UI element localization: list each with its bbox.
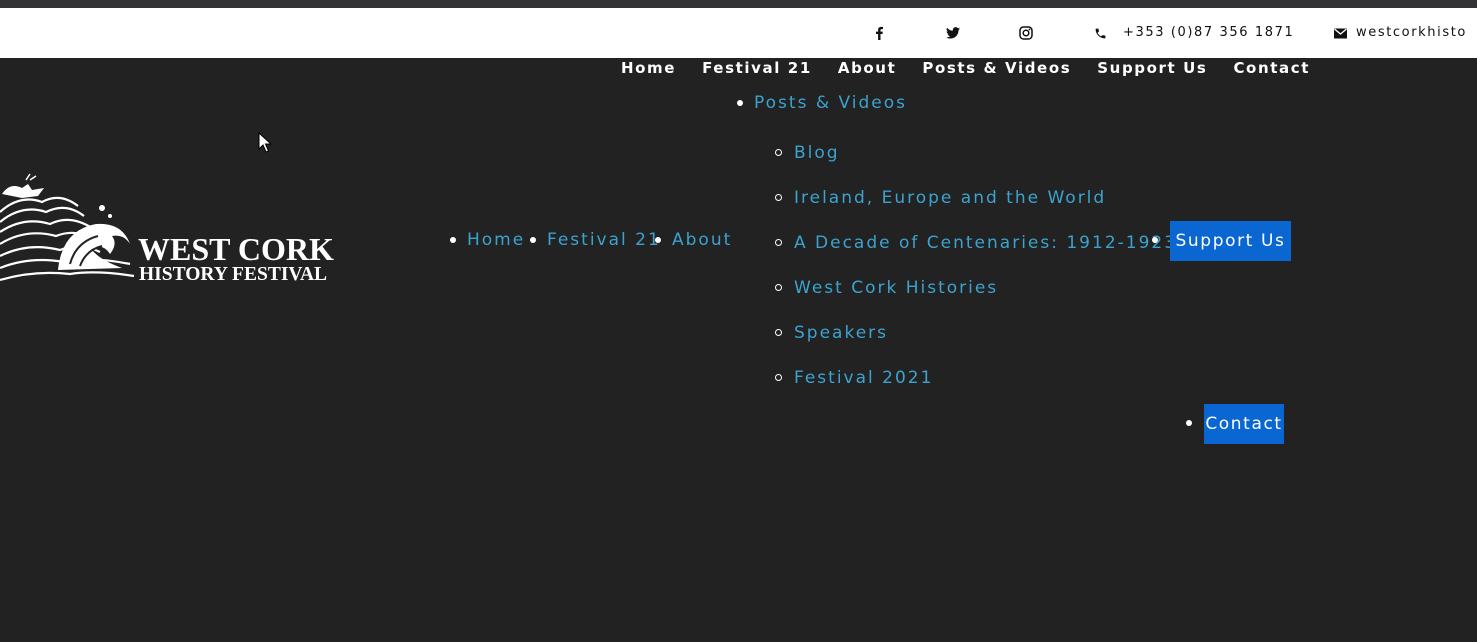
menu-item-home[interactable]: Home bbox=[467, 229, 525, 251]
bullet bbox=[737, 100, 743, 106]
mail-icon bbox=[1331, 24, 1349, 42]
submenu-item-west-cork-histories[interactable]: West Cork Histories bbox=[794, 277, 998, 299]
bullet bbox=[1152, 237, 1158, 243]
nav-about[interactable]: About bbox=[825, 58, 910, 78]
phone-icon bbox=[1091, 24, 1109, 42]
site-logo[interactable]: WEST CORK HISTORY FESTIVAL bbox=[0, 172, 352, 292]
sub-bullet bbox=[775, 239, 782, 246]
nav-support-us[interactable]: Support Us bbox=[1084, 58, 1220, 78]
mouse-cursor-icon bbox=[258, 132, 272, 153]
window-top-strip bbox=[0, 0, 1477, 8]
menu-item-about[interactable]: About bbox=[672, 229, 732, 251]
twitter-icon[interactable] bbox=[944, 24, 962, 42]
nav-posts-videos[interactable]: Posts & Videos bbox=[909, 58, 1084, 78]
submenu-item-decade-of-centenaries[interactable]: A Decade of Centenaries: 1912-1923 bbox=[794, 232, 1177, 254]
logo-line-1: WEST CORK bbox=[138, 231, 334, 267]
sub-bullet bbox=[775, 329, 782, 336]
menu-item-festival-21[interactable]: Festival 21 bbox=[547, 229, 661, 251]
sub-bullet bbox=[775, 194, 782, 201]
sub-bullet bbox=[775, 149, 782, 156]
nav-festival-21[interactable]: Festival 21 bbox=[689, 58, 825, 78]
sub-bullet bbox=[775, 374, 782, 381]
bullet bbox=[450, 237, 456, 243]
sub-bullet bbox=[775, 284, 782, 291]
bullet bbox=[530, 237, 536, 243]
logo-line-2: HISTORY FESTIVAL bbox=[139, 264, 327, 285]
submenu-item-speakers[interactable]: Speakers bbox=[794, 322, 888, 344]
menu-item-posts-videos[interactable]: Posts & Videos bbox=[754, 92, 907, 114]
email-address[interactable]: westcorkhisto bbox=[1356, 24, 1467, 42]
nav-home[interactable]: Home bbox=[608, 58, 689, 78]
main-nav: Home Festival 21 About Posts & Videos Su… bbox=[608, 58, 1323, 78]
wave-logo-graphic: WEST CORK HISTORY FESTIVAL bbox=[0, 173, 334, 285]
phone-number[interactable]: +353 (0)87 356 1871 bbox=[1123, 24, 1294, 42]
menu-item-support-us[interactable]: Support Us bbox=[1170, 221, 1291, 261]
nav-contact[interactable]: Contact bbox=[1220, 58, 1323, 78]
facebook-icon[interactable] bbox=[870, 24, 888, 42]
submenu-item-blog[interactable]: Blog bbox=[794, 142, 840, 164]
bullet bbox=[1186, 420, 1192, 426]
contact-topbar: +353 (0)87 356 1871 westcorkhisto bbox=[0, 8, 1477, 58]
submenu-item-festival-2021[interactable]: Festival 2021 bbox=[794, 367, 933, 389]
menu-item-contact[interactable]: Contact bbox=[1204, 404, 1284, 444]
submenu-item-ireland-europe-world[interactable]: Ireland, Europe and the World bbox=[794, 187, 1106, 209]
instagram-icon[interactable] bbox=[1017, 24, 1035, 42]
bullet bbox=[655, 237, 661, 243]
